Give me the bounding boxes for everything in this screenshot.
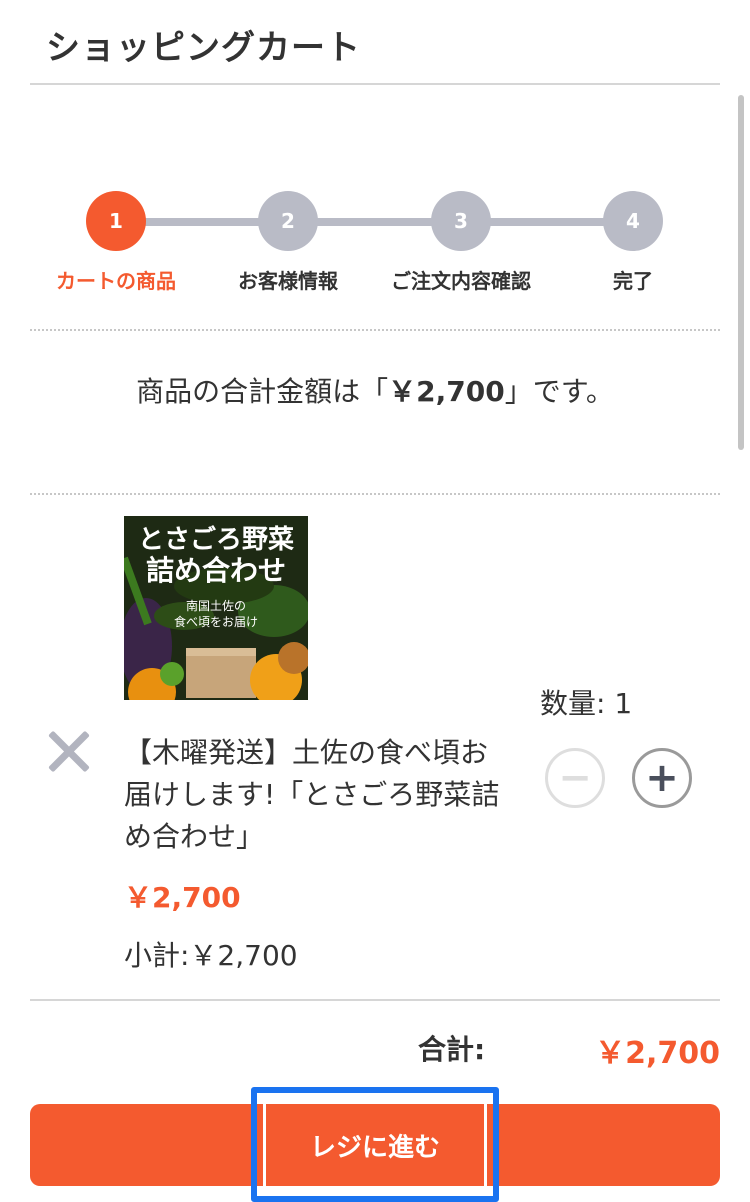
quantity-decrement-button[interactable]: − [545,748,605,808]
product-image-title-line1: とさごろ野菜 [138,524,294,555]
step-cart: 1 カートの商品 [36,185,196,294]
total-message-suffix: 」です。 [504,375,614,408]
proceed-to-checkout-button[interactable]: レジに進む [30,1104,720,1186]
plus-icon: + [645,755,679,801]
page-title: ショッピングカート [46,28,361,68]
product-price: ￥2,700 [124,881,241,914]
step-3-label: ご注文内容確認 [391,269,531,293]
checkout-button-label: レジに進む [309,1132,440,1163]
product-image-title-line2: 詰め合わせ [146,554,286,587]
step-complete: 4 完了 [553,185,713,294]
item-subtotal: 小計:￥2,700 [124,939,298,972]
cart-total-message: 商品の合計金額は「￥2,700」です。 [0,370,750,410]
product-image-tagline1: 南国土佐の [186,598,246,613]
grand-total-label: 合計: [418,1033,486,1066]
section-divider [30,493,720,495]
quantity-label: 数量: [540,687,606,720]
step-customer-info: 2 お客様情報 [208,185,368,294]
step-order-confirm: 3 ご注文内容確認 [381,185,541,294]
checkout-stepper: 1 カートの商品 2 お客様情報 3 ご注文内容確認 4 完了 [30,185,720,305]
step-1-badge: 1 [86,191,146,251]
totals-divider [30,999,720,1001]
step-4-label: 完了 [613,269,653,293]
title-divider [30,83,720,85]
quantity-display: 数量: 1 [540,682,632,722]
quantity-value: 1 [614,687,633,720]
step-4-badge: 4 [603,191,663,251]
total-message-amount: ￥2,700 [388,375,505,408]
step-2-badge: 2 [258,191,318,251]
step-2-label: お客様情報 [238,269,338,293]
total-message-prefix: 商品の合計金額は「 [136,375,389,408]
step-3-badge: 3 [431,191,491,251]
product-image[interactable]: とさごろ野菜 詰め合わせ 南国土佐の 食べ頃をお届け [124,516,308,700]
grand-total-value: ￥2,700 [595,1036,720,1071]
product-image-tagline2: 食べ頃をお届け [174,614,258,629]
quantity-increment-button[interactable]: + [632,748,692,808]
step-1-label: カートの商品 [56,269,176,293]
minus-icon: − [558,755,592,801]
section-divider [30,329,720,331]
product-name-link[interactable]: 【木曜発送】土佐の食べ頃お届けします!「とさごろ野菜詰め合わせ」 [124,732,504,858]
remove-item-close-icon[interactable] [45,728,93,776]
